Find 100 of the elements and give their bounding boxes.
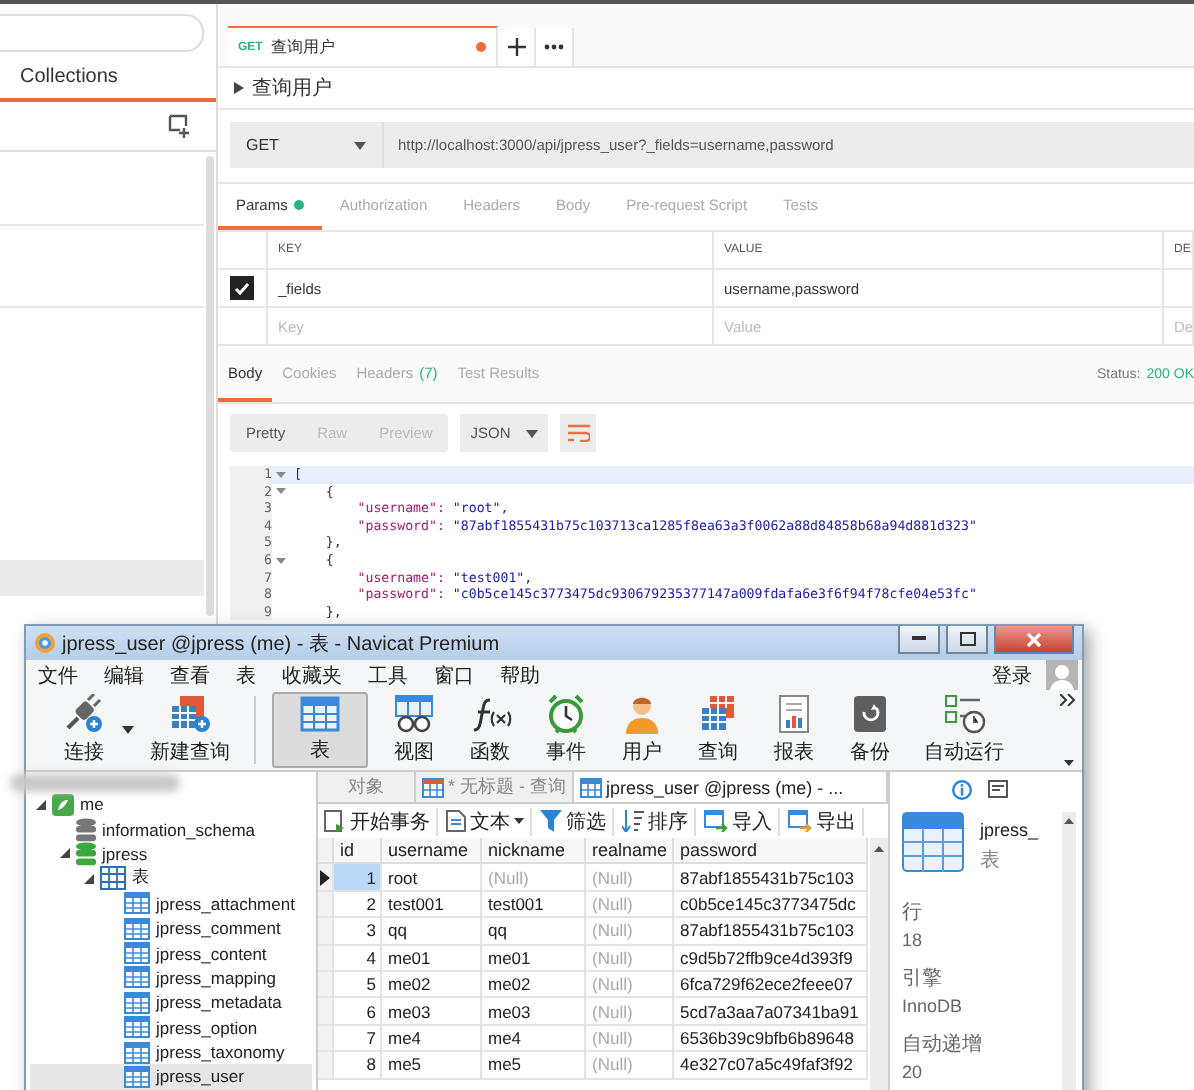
toolbar-button[interactable]: 新建查询 — [142, 692, 238, 768]
minimize-button[interactable] — [898, 626, 940, 654]
tree-item[interactable]: information_schema — [30, 816, 312, 842]
table-cell[interactable]: 7 — [334, 1025, 382, 1053]
method-dropdown[interactable]: GET — [230, 122, 384, 168]
table-cell[interactable]: me02 — [382, 971, 482, 999]
tree-item[interactable]: 表 — [30, 866, 312, 892]
wrap-button[interactable] — [560, 414, 597, 452]
toolbar-button[interactable]: 备份 — [840, 692, 900, 768]
scrollbar[interactable] — [1062, 812, 1076, 1090]
table-cell[interactable]: 6536b39c9bfb6b89648 — [674, 1025, 868, 1053]
toolbar-button[interactable]: 事件 — [536, 692, 596, 768]
table-cell[interactable]: qq — [482, 918, 586, 946]
table-cell[interactable]: 2 — [334, 891, 382, 919]
tree-item[interactable]: me — [30, 792, 312, 817]
tree-item[interactable]: jpress — [30, 841, 312, 867]
menu-item[interactable]: 收藏夹 — [282, 661, 342, 689]
expand-arrow-icon[interactable] — [84, 873, 94, 884]
new-tab-button[interactable] — [498, 28, 536, 66]
checkbox[interactable] — [230, 276, 254, 300]
toolbar-button[interactable]: 表 — [272, 692, 368, 768]
table-cell[interactable]: me4 — [382, 1025, 482, 1053]
toolbar-button[interactable]: 自动运行 — [916, 692, 1012, 768]
menu-item[interactable]: 查看 — [170, 661, 210, 689]
table-cell[interactable]: 6fca729f62ece2feee07 — [674, 971, 868, 999]
grid-toolbar-button[interactable]: 文本 — [446, 807, 532, 835]
fold-arrow-icon[interactable] — [275, 557, 285, 564]
scrollbar[interactable] — [870, 838, 888, 1090]
toolbar-button[interactable]: 用户 — [612, 692, 672, 768]
grid-toolbar-button[interactable]: 导出 — [788, 807, 864, 835]
table-cell[interactable]: me4 — [482, 1025, 586, 1053]
tree-item[interactable]: jpress_mapping — [30, 965, 312, 991]
table-cell[interactable]: 4 — [334, 945, 382, 972]
table-cell[interactable]: 4e327c07a5c49faf3f92 — [674, 1052, 868, 1080]
tree-item[interactable]: jpress_content — [30, 940, 312, 966]
table-cell[interactable]: 3 — [334, 918, 382, 946]
toolbar-button[interactable]: 视图 — [384, 692, 444, 768]
more-button[interactable] — [536, 28, 574, 66]
caret-icon[interactable] — [122, 726, 134, 734]
collections-tab[interactable]: Collections — [0, 58, 216, 102]
scrollbar[interactable] — [206, 156, 214, 616]
table-cell[interactable]: 5 — [334, 971, 382, 999]
table-cell[interactable]: me01 — [482, 945, 586, 972]
login-link[interactable]: 登录 — [992, 661, 1032, 689]
table-cell[interactable]: root — [382, 864, 482, 892]
table-cell[interactable]: 1 — [334, 864, 382, 892]
menu-item[interactable]: 工具 — [368, 661, 408, 689]
table-cell[interactable]: test001 — [482, 891, 586, 919]
row-header[interactable] — [318, 864, 334, 892]
table-cell[interactable]: me02 — [482, 971, 586, 999]
menu-item[interactable]: 文件 — [38, 661, 78, 689]
menu-item[interactable]: 帮助 — [500, 661, 540, 689]
table-cell[interactable]: 87abf1855431b75c103 — [674, 918, 868, 946]
tree-item[interactable]: jpress_attachment — [30, 891, 312, 916]
tree-item[interactable]: jpress_metadata — [30, 990, 312, 1016]
grid-toolbar-button[interactable]: 导入 — [704, 807, 780, 835]
grid-toolbar-button[interactable]: 开始事务 — [324, 807, 438, 835]
table-cell[interactable]: c0b5ce145c3773475dc — [674, 891, 868, 919]
column-header[interactable]: id — [334, 838, 382, 865]
expand-arrow-icon[interactable] — [60, 848, 70, 859]
table-cell[interactable]: 5cd7a3aa7a07341ba91 — [674, 998, 868, 1026]
menu-item[interactable]: 编辑 — [104, 661, 144, 689]
expand-arrow-icon[interactable] — [36, 799, 46, 810]
column-header[interactable]: realname — [586, 838, 674, 865]
fold-arrow-icon[interactable] — [275, 488, 285, 495]
grid-toolbar-button[interactable]: 排序 — [622, 807, 696, 835]
caret-icon[interactable] — [1063, 760, 1073, 766]
menu-item[interactable]: 窗口 — [434, 661, 474, 689]
grid-toolbar-button[interactable]: 筛选 — [540, 807, 614, 835]
table-cell[interactable]: me5 — [382, 1052, 482, 1080]
column-header[interactable]: nickname — [482, 838, 586, 865]
close-button[interactable] — [994, 626, 1074, 654]
tree-item[interactable]: jpress_comment — [30, 915, 312, 941]
table-cell[interactable]: 6 — [334, 998, 382, 1026]
info-icon[interactable] — [952, 780, 972, 800]
ddl-icon[interactable] — [988, 780, 1008, 798]
table-cell[interactable]: 87abf1855431b75c103 — [674, 864, 868, 892]
table-cell[interactable]: 8 — [334, 1052, 382, 1080]
menu-item[interactable]: 表 — [236, 661, 256, 689]
table-cell[interactable]: me01 — [382, 945, 482, 972]
fold-arrow-icon[interactable] — [275, 471, 285, 478]
new-collection-icon[interactable] — [168, 114, 192, 138]
table-cell[interactable]: me5 — [482, 1052, 586, 1080]
table-cell[interactable] — [1164, 270, 1194, 308]
table-cell[interactable]: c9d5b72ffb9ce4d393f9 — [674, 945, 868, 972]
chevrons-icon[interactable] — [1060, 694, 1076, 706]
maximize-button[interactable] — [946, 626, 988, 654]
object-tab[interactable]: jpress_user @jpress (me) - ... — [574, 772, 888, 802]
column-header[interactable]: username — [382, 838, 482, 865]
table-cell[interactable]: me03 — [482, 998, 586, 1026]
tree-item[interactable]: jpress_taxonomy — [30, 1039, 312, 1065]
toolbar-button[interactable]: 函数 — [460, 692, 520, 768]
table-cell[interactable]: me03 — [382, 998, 482, 1026]
tree-item[interactable]: jpress_option — [30, 1015, 312, 1040]
toolbar-button[interactable]: 报表 — [764, 692, 824, 768]
toolbar-button[interactable]: 连接 — [54, 692, 114, 768]
table-cell[interactable]: qq — [382, 918, 482, 946]
expand-arrow-icon[interactable] — [234, 82, 244, 94]
toolbar-button[interactable]: 查询 — [688, 692, 748, 768]
search-field[interactable] — [0, 14, 204, 52]
